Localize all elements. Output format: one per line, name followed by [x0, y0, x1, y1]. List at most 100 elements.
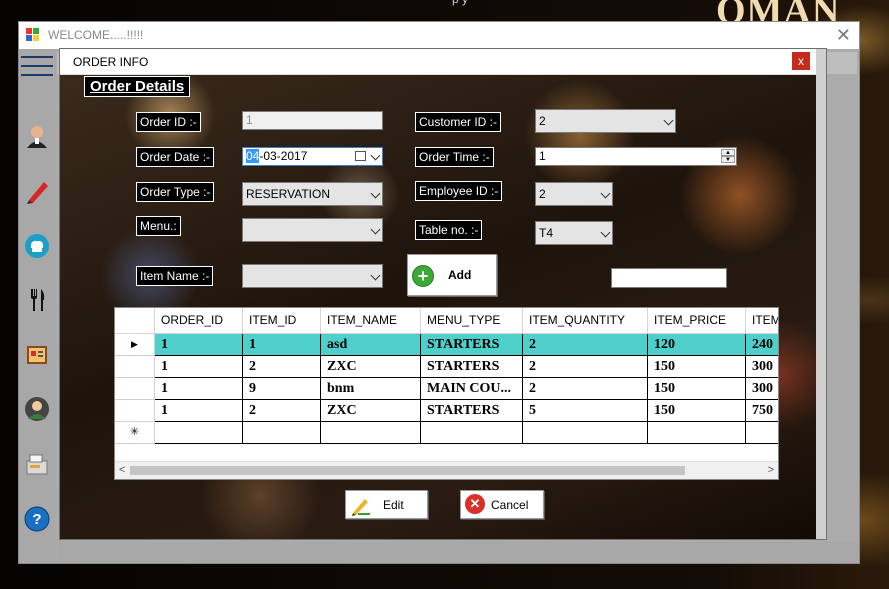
- column-header[interactable]: ITEM_PRICE: [648, 308, 746, 334]
- order-type-combo[interactable]: RESERVATION: [242, 182, 383, 206]
- customer-id-combo[interactable]: 2: [535, 109, 676, 133]
- main-close-button[interactable]: ✕: [836, 25, 851, 45]
- grid-cell[interactable]: 9: [243, 378, 321, 400]
- row-header[interactable]: [115, 400, 155, 422]
- menu-book-icon[interactable]: [23, 341, 51, 369]
- table-no-combo[interactable]: T4: [535, 221, 613, 245]
- order-date-picker[interactable]: 04-03-2017: [242, 147, 383, 166]
- hamburger-menu-icon[interactable]: [21, 53, 53, 79]
- order-date-day: 04: [246, 149, 260, 163]
- grid-cell[interactable]: 1: [155, 378, 243, 400]
- grid-cell[interactable]: bnm: [321, 378, 421, 400]
- chevron-down-icon[interactable]: [370, 188, 381, 199]
- grid-cell[interactable]: 2: [243, 400, 321, 422]
- grid-cell[interactable]: [321, 422, 421, 444]
- main-title-bar[interactable]: WELCOME.....!!!!! ✕: [19, 22, 859, 49]
- chevron-down-icon[interactable]: [370, 224, 381, 235]
- edit-button[interactable]: Edit: [345, 490, 428, 519]
- grid-cell[interactable]: asd: [321, 334, 421, 356]
- grid-cell[interactable]: [648, 422, 746, 444]
- calendar-icon[interactable]: [355, 151, 366, 161]
- scroll-thumb[interactable]: [130, 466, 685, 475]
- column-header[interactable]: MENU_TYPE: [421, 308, 523, 334]
- grid-cell[interactable]: 2: [243, 356, 321, 378]
- item-name-combo[interactable]: [242, 264, 383, 288]
- new-row-header[interactable]: ✳: [115, 422, 155, 444]
- order-time-value: 1: [539, 149, 546, 163]
- cancel-button[interactable]: ✕ Cancel: [460, 490, 544, 519]
- grid-cell[interactable]: 300: [746, 356, 778, 378]
- order-id-label: Order ID :-: [136, 112, 201, 132]
- spin-up-icon[interactable]: ▲: [721, 149, 735, 156]
- column-header[interactable]: ITEM_QUANTITY: [523, 308, 648, 334]
- order-info-close-button[interactable]: x: [792, 52, 810, 70]
- extra-text-input[interactable]: [611, 268, 727, 288]
- order-info-window: ORDER INFO x Order Details Order ID :- 1…: [59, 48, 827, 540]
- grid-corner-header[interactable]: [115, 308, 155, 334]
- grid-cell[interactable]: 2: [523, 378, 648, 400]
- order-time-spinner[interactable]: 1 ▲ ▼: [535, 147, 737, 166]
- grid-cell[interactable]: ZXC: [321, 400, 421, 422]
- fork-knife-icon[interactable]: [23, 286, 51, 314]
- chevron-down-icon[interactable]: [370, 150, 381, 161]
- order-id-field[interactable]: 1: [242, 111, 383, 130]
- grid-cell[interactable]: [523, 422, 648, 444]
- chef-icon[interactable]: [23, 232, 51, 260]
- help-icon[interactable]: ?: [23, 505, 51, 533]
- column-header[interactable]: ITEM_ID: [243, 308, 321, 334]
- spin-down-icon[interactable]: ▼: [721, 156, 735, 163]
- horizontal-scrollbar[interactable]: < >: [115, 461, 778, 479]
- chevron-down-icon[interactable]: [600, 227, 611, 238]
- spinner-arrows[interactable]: ▲ ▼: [721, 149, 735, 164]
- menu-combo[interactable]: [242, 218, 383, 242]
- grid-cell[interactable]: 150: [648, 356, 746, 378]
- scroll-left-icon[interactable]: <: [119, 464, 125, 476]
- grid-cell[interactable]: 1: [243, 334, 321, 356]
- grid-cell[interactable]: 150: [648, 400, 746, 422]
- order-window-edge: [816, 49, 826, 539]
- column-header[interactable]: ORDER_ID: [155, 308, 243, 334]
- grid-cell[interactable]: 2: [523, 334, 648, 356]
- row-header[interactable]: [115, 356, 155, 378]
- grid-cell[interactable]: 750: [746, 400, 778, 422]
- grid-cell[interactable]: 240: [746, 334, 778, 356]
- order-items-grid[interactable]: ORDER_ID ITEM_ID ITEM_NAME MENU_TYPE ITEM_QU…: [114, 307, 779, 480]
- grid-cell[interactable]: 1: [155, 356, 243, 378]
- add-button[interactable]: + Add: [407, 254, 497, 296]
- row-header[interactable]: [115, 378, 155, 400]
- grid-cell[interactable]: 2: [523, 356, 648, 378]
- employee-id-combo[interactable]: 2: [535, 182, 613, 206]
- grid-cell[interactable]: STARTERS: [421, 400, 523, 422]
- customer-icon[interactable]: [23, 122, 51, 150]
- menu-label: Menu.:: [136, 216, 181, 236]
- scroll-right-icon[interactable]: >: [768, 464, 774, 476]
- desktop-text: p y: [452, 0, 468, 6]
- grid-cell[interactable]: 1: [155, 400, 243, 422]
- grid-cell[interactable]: [746, 422, 778, 444]
- row-header[interactable]: ▶: [115, 334, 155, 356]
- grid-cell[interactable]: 5: [523, 400, 648, 422]
- order-time-label: Order Time :-: [415, 147, 494, 167]
- grid-cell[interactable]: [421, 422, 523, 444]
- column-header[interactable]: ITEM_NAME: [321, 308, 421, 334]
- grid-cell[interactable]: [155, 422, 243, 444]
- order-details-heading: Order Details: [84, 76, 191, 97]
- grid-cell[interactable]: [243, 422, 321, 444]
- grid-cell[interactable]: 300: [746, 378, 778, 400]
- grid-cell[interactable]: 150: [648, 378, 746, 400]
- grid-cell[interactable]: STARTERS: [421, 334, 523, 356]
- pen-icon[interactable]: [23, 177, 51, 205]
- employee-icon[interactable]: [23, 395, 51, 423]
- grid-cell[interactable]: 1: [155, 334, 243, 356]
- grid-cell[interactable]: 120: [648, 334, 746, 356]
- column-header[interactable]: ITEM: [746, 308, 778, 334]
- chevron-down-icon[interactable]: [600, 188, 611, 199]
- grid-cell[interactable]: ZXC: [321, 356, 421, 378]
- grid-cell[interactable]: MAIN COU...: [421, 378, 523, 400]
- order-info-title-bar[interactable]: ORDER INFO x: [60, 49, 826, 75]
- customer-id-label: Customer ID :-: [415, 112, 502, 132]
- register-icon[interactable]: [23, 450, 51, 478]
- grid-cell[interactable]: STARTERS: [421, 356, 523, 378]
- chevron-down-icon[interactable]: [370, 270, 381, 281]
- chevron-down-icon[interactable]: [663, 115, 674, 126]
